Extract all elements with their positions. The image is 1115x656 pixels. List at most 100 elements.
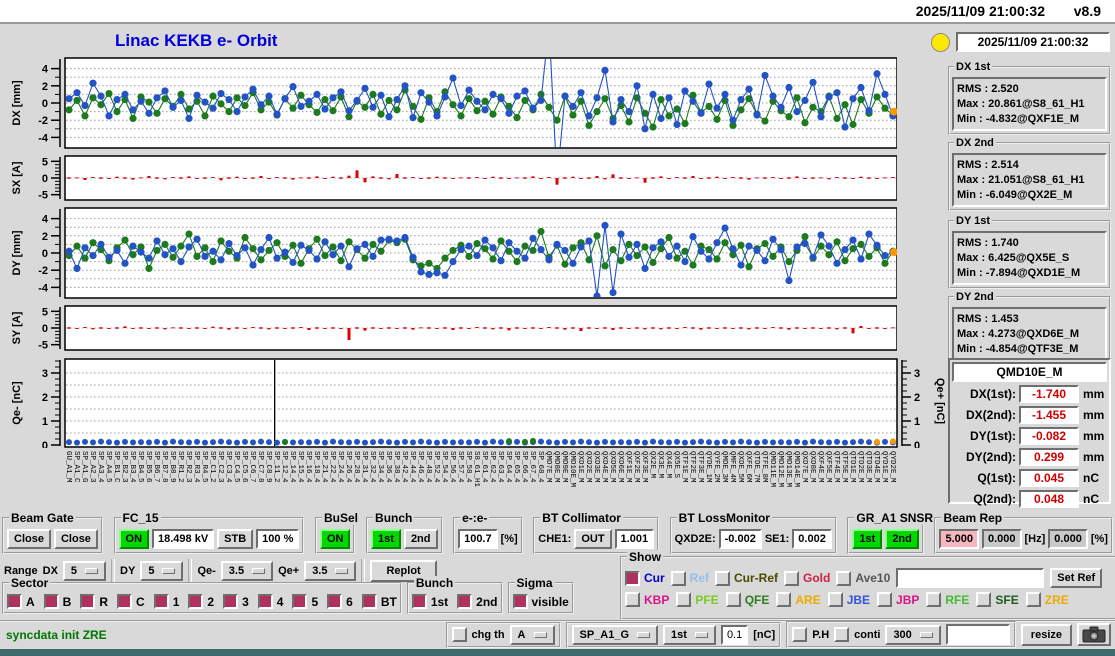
checkbox-3[interactable] (223, 594, 238, 609)
ph-checkbox[interactable] (792, 627, 807, 642)
checkbox-c[interactable] (117, 594, 132, 609)
busel-legend: BuSel (322, 511, 360, 525)
bpm-label: QTDE_7M (752, 451, 760, 483)
checkbox-label: ARE (795, 593, 820, 607)
checkbox-ave10[interactable] (836, 571, 851, 586)
threshold-input[interactable]: 0.1 (721, 625, 748, 645)
checkbox-2[interactable] (188, 594, 203, 609)
resize-button[interactable]: resize (1021, 624, 1072, 646)
checkbox-gold[interactable] (784, 571, 799, 586)
beam-gate-close-1-button[interactable]: Close (7, 529, 51, 549)
range-dx-select[interactable]: 5 (63, 561, 106, 581)
busel-on-button[interactable]: ON (320, 529, 351, 549)
qxd2e-label: QXD2E: (675, 533, 716, 545)
svg-text:SX [A]: SX [A] (11, 161, 23, 194)
checkbox-bt[interactable] (362, 594, 377, 609)
bpm-label: QMD13E_M (784, 451, 792, 487)
checkbox-cur[interactable] (625, 571, 640, 586)
checkbox-pfe[interactable] (676, 592, 691, 607)
fc15-on-button[interactable]: ON (119, 529, 150, 549)
stat-box-dx-1st: DX 1stRMS : 2.520Max : 20.861@S8_61_H1Mi… (948, 66, 1111, 135)
checkbox-ref[interactable] (671, 571, 686, 586)
bunch-2nd-button[interactable]: 2nd (404, 529, 438, 549)
device-status-row: Beam Gate Close Close FC_15 ON 18.498 kV… (2, 517, 1113, 554)
stat-line: Max : 21.051@S8_61_H1 (957, 174, 1104, 186)
interval-value: 300 (893, 629, 911, 641)
checkbox-item-rfe: RFE (926, 592, 969, 607)
checkbox-r[interactable] (80, 594, 95, 609)
range-qe-minus-select[interactable]: 3.5 (221, 561, 273, 581)
che1-out-button[interactable]: OUT (574, 529, 611, 549)
chg-th-select[interactable]: A (510, 625, 555, 645)
bpm-label: QXF3E_M (640, 451, 648, 483)
checkbox-visible[interactable] (513, 594, 528, 609)
checkbox-4[interactable] (258, 594, 273, 609)
svg-text:5: 5 (42, 156, 48, 168)
monitor-row-unit: mm (1083, 429, 1104, 443)
bpm-label: QYD1E_M (880, 451, 888, 483)
bpm-label: SP_44_4 (408, 451, 416, 483)
screenshot-button[interactable] (1077, 623, 1111, 646)
bpm-label: SP_26_4 (344, 451, 352, 483)
ee-ratio-value: 100.7 (458, 529, 498, 549)
sp-device-value: SP_A1_G (580, 629, 630, 641)
checkbox-b[interactable] (44, 594, 59, 609)
beam-gate-close-2-button[interactable]: Close (54, 529, 98, 549)
range-qe-plus-select[interactable]: 3.5 (304, 561, 356, 581)
sector-row: Sector ABRC123456BT Bunch 1st2nd Sigma v… (2, 582, 574, 614)
checkbox-jbe[interactable] (828, 592, 843, 607)
checkbox-kbp[interactable] (625, 592, 640, 607)
checkbox-rfe[interactable] (926, 592, 941, 607)
fc15-stb-button[interactable]: STB (217, 529, 253, 549)
checkbox-2nd[interactable] (457, 594, 472, 609)
bpm-label: QTD3E_M (864, 451, 872, 483)
monitor-row-value: -0.082 (1019, 427, 1079, 445)
bunch-select-group: Bunch 1st 2nd (366, 517, 442, 554)
conti-checkbox[interactable] (834, 627, 849, 642)
ref-name-input[interactable] (896, 568, 1044, 588)
set-ref-button[interactable]: Set Ref (1050, 568, 1102, 588)
checkbox-1[interactable] (154, 594, 169, 609)
checkbox-zre[interactable] (1026, 592, 1041, 607)
checkbox-6[interactable] (327, 594, 342, 609)
range-qe-plus-value: 3.5 (312, 565, 327, 577)
sp-device-select[interactable]: SP_A1_G (572, 625, 659, 645)
checkbox-item-a: A (7, 594, 35, 609)
checkbox-are[interactable] (776, 592, 791, 607)
checkbox-cur-ref[interactable] (715, 571, 730, 586)
svg-text:1: 1 (42, 416, 48, 428)
stat-box-title: DX 1st (954, 61, 992, 73)
checkbox-label: SFE (995, 593, 1018, 607)
checkbox-item-6: 6 (327, 594, 353, 609)
beam-rep-hz-value: 0.000 (982, 529, 1022, 549)
monitor-row-value: 0.048 (1019, 490, 1079, 508)
svg-text:4: 4 (42, 64, 49, 76)
svg-text:-2: -2 (38, 265, 48, 277)
gr-snsr-1st-button[interactable]: 1st (852, 529, 882, 549)
checkbox-item-b: B (44, 594, 72, 609)
range-dy-select[interactable]: 5 (140, 561, 183, 581)
checkbox-a[interactable] (7, 594, 22, 609)
checkbox-label: Gold (803, 571, 830, 585)
topbar-datetime: 2025/11/09 21:00:32 (916, 3, 1045, 19)
checkbox-jbp[interactable] (877, 592, 892, 607)
bpm-monitor-name[interactable]: QMD10E_M (952, 362, 1107, 382)
stat-box-dx-2nd: DX 2ndRMS : 2.514Max : 21.051@S8_61_H1Mi… (948, 142, 1111, 211)
chg-th-checkbox[interactable] (452, 627, 467, 642)
gr-snsr-2nd-button[interactable]: 2nd (885, 529, 919, 549)
checkbox-item-jbp: JBP (877, 592, 919, 607)
checkbox-1st[interactable] (412, 594, 427, 609)
bpm-label: SP_16_4 (304, 451, 312, 483)
bunch-menu-select[interactable]: 1st (663, 625, 716, 645)
bpm-label: SP_14_4 (288, 451, 296, 483)
bpm-label: QMD12E_M (776, 451, 784, 487)
bpm-label: QX5E_S (672, 451, 680, 478)
bpm-label: SP_C5_6 (240, 451, 248, 483)
sigma-group: Sigma visible (508, 582, 574, 614)
bunch-1st-button[interactable]: 1st (371, 529, 401, 549)
checkbox-5[interactable] (292, 594, 307, 609)
checkbox-qfe[interactable] (726, 592, 741, 607)
extra-input[interactable] (946, 624, 1010, 645)
checkbox-sfe[interactable] (976, 592, 991, 607)
interval-select[interactable]: 300 (885, 625, 940, 645)
